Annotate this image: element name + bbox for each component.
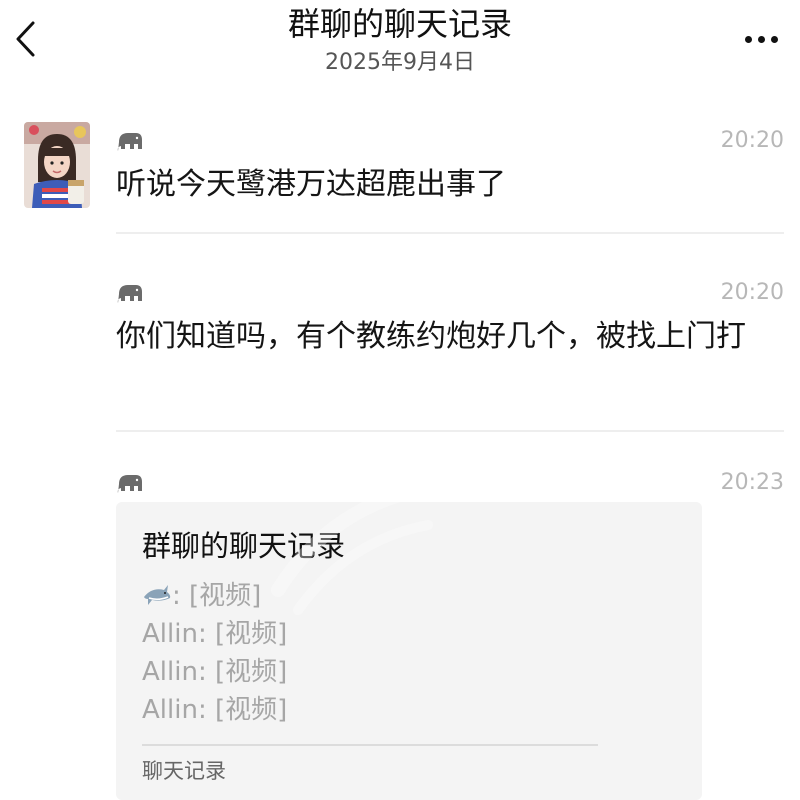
page-title: 群聊的聊天记录 (287, 5, 512, 43)
more-dot-icon (770, 35, 778, 43)
sender-elephant-icon (116, 130, 150, 154)
more-options-button[interactable] (736, 22, 786, 56)
message-time: 20:20 (720, 128, 784, 153)
chat-record-card[interactable]: 群聊的聊天记录 : [视频] Allin: [视频] Allin: [视频] A… (116, 502, 702, 800)
record-line-separator: : (197, 619, 215, 649)
record-line-separator: : (197, 695, 215, 725)
more-dot-icon (757, 35, 765, 43)
record-line-sender: Allin (142, 695, 198, 725)
sender-elephant-icon (116, 282, 150, 306)
avatar[interactable] (24, 122, 90, 208)
record-line-separator: : (197, 657, 215, 687)
record-line: Allin: [视频] (142, 654, 287, 690)
more-dot-icon (744, 35, 752, 43)
message-time: 20:23 (720, 470, 784, 495)
record-line-content: [视频] (214, 657, 288, 687)
record-line: : [视频] (142, 578, 261, 614)
record-line-content: [视频] (214, 695, 288, 725)
record-line: Allin: [视频] (142, 616, 287, 652)
avatar-photo (24, 122, 90, 208)
record-divider (142, 744, 598, 746)
record-line-separator: : (172, 581, 190, 611)
message-divider (116, 430, 784, 432)
record-line-content: [视频] (214, 619, 288, 649)
message-time: 20:20 (720, 280, 784, 305)
record-line-sender: Allin (142, 657, 198, 687)
message-text[interactable]: 听说今天鹭港万达超鹿出事了 (116, 162, 776, 208)
record-line: Allin: [视频] (142, 692, 287, 728)
record-line-sender: Allin (142, 619, 198, 649)
shark-icon (144, 585, 171, 605)
page-date: 2025年9月4日 (325, 50, 475, 75)
sender-elephant-icon (116, 472, 150, 496)
record-line-content: [视频] (189, 581, 262, 611)
message-divider (116, 232, 784, 234)
record-footer-label: 聊天记录 (142, 759, 226, 783)
chat-record-header: 群聊的聊天记录 2025年9月4日 (0, 0, 800, 90)
message-text[interactable]: 你们知道吗，有个教练约炮好几个，被找上门打 (116, 314, 776, 360)
record-title: 群聊的聊天记录 (142, 529, 346, 563)
